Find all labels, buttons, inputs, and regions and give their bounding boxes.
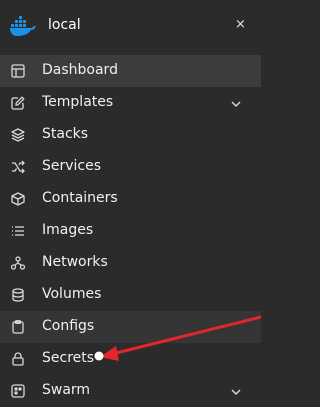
layers-icon — [11, 128, 25, 142]
environment-name: local — [48, 17, 81, 33]
swarm-icon — [11, 384, 25, 398]
lock-icon — [12, 352, 24, 366]
sidebar-item-volumes[interactable]: Volumes — [0, 279, 261, 311]
sidebar-item-secrets[interactable]: Secrets — [0, 343, 261, 375]
environment-header: local × — [0, 0, 261, 52]
sidebar-item-label: Templates — [42, 94, 114, 110]
sidebar-item-label: Images — [42, 222, 94, 238]
sidebar-item-label: Volumes — [42, 286, 102, 302]
edit-icon — [11, 96, 25, 110]
sidebar-item-label: Containers — [42, 190, 118, 206]
chevron-down-icon[interactable] — [229, 385, 243, 399]
dashboard-icon — [11, 64, 25, 78]
sidebar-item-containers[interactable]: Containers — [0, 183, 261, 215]
close-icon[interactable]: × — [235, 17, 246, 32]
sidebar-item-label: Networks — [42, 254, 108, 270]
sidebar-item-networks[interactable]: Networks — [0, 247, 261, 279]
sidebar-item-swarm[interactable]: Swarm — [0, 375, 261, 407]
shuffle-icon — [12, 160, 25, 174]
docker-logo-icon — [10, 16, 36, 36]
list-icon — [12, 226, 24, 236]
sidebar-item-templates[interactable]: Templates — [0, 87, 261, 119]
sidebar-item-dashboard[interactable]: Dashboard — [0, 55, 261, 87]
sidebar-item-services[interactable]: Services — [0, 151, 261, 183]
sidebar-item-label: Stacks — [42, 126, 89, 142]
clipboard-icon — [12, 320, 24, 334]
sidebar-item-label: Swarm — [42, 382, 91, 398]
sidebar-item-stacks[interactable]: Stacks — [0, 119, 261, 151]
sidebar-item-configs[interactable]: Configs — [0, 311, 261, 343]
box-icon — [11, 192, 25, 206]
network-icon — [11, 256, 25, 270]
sidebar-item-label: Dashboard — [42, 62, 118, 78]
sidebar-item-label: Configs — [42, 318, 95, 334]
chevron-down-icon[interactable] — [229, 97, 243, 111]
database-icon — [12, 288, 24, 302]
sidebar-nav: Dashboard Templates Stacks Services Cont… — [0, 55, 261, 407]
sidebar-item-label: Secrets — [42, 350, 95, 366]
sidebar-item-images[interactable]: Images — [0, 215, 261, 247]
sidebar-item-label: Services — [42, 158, 102, 174]
